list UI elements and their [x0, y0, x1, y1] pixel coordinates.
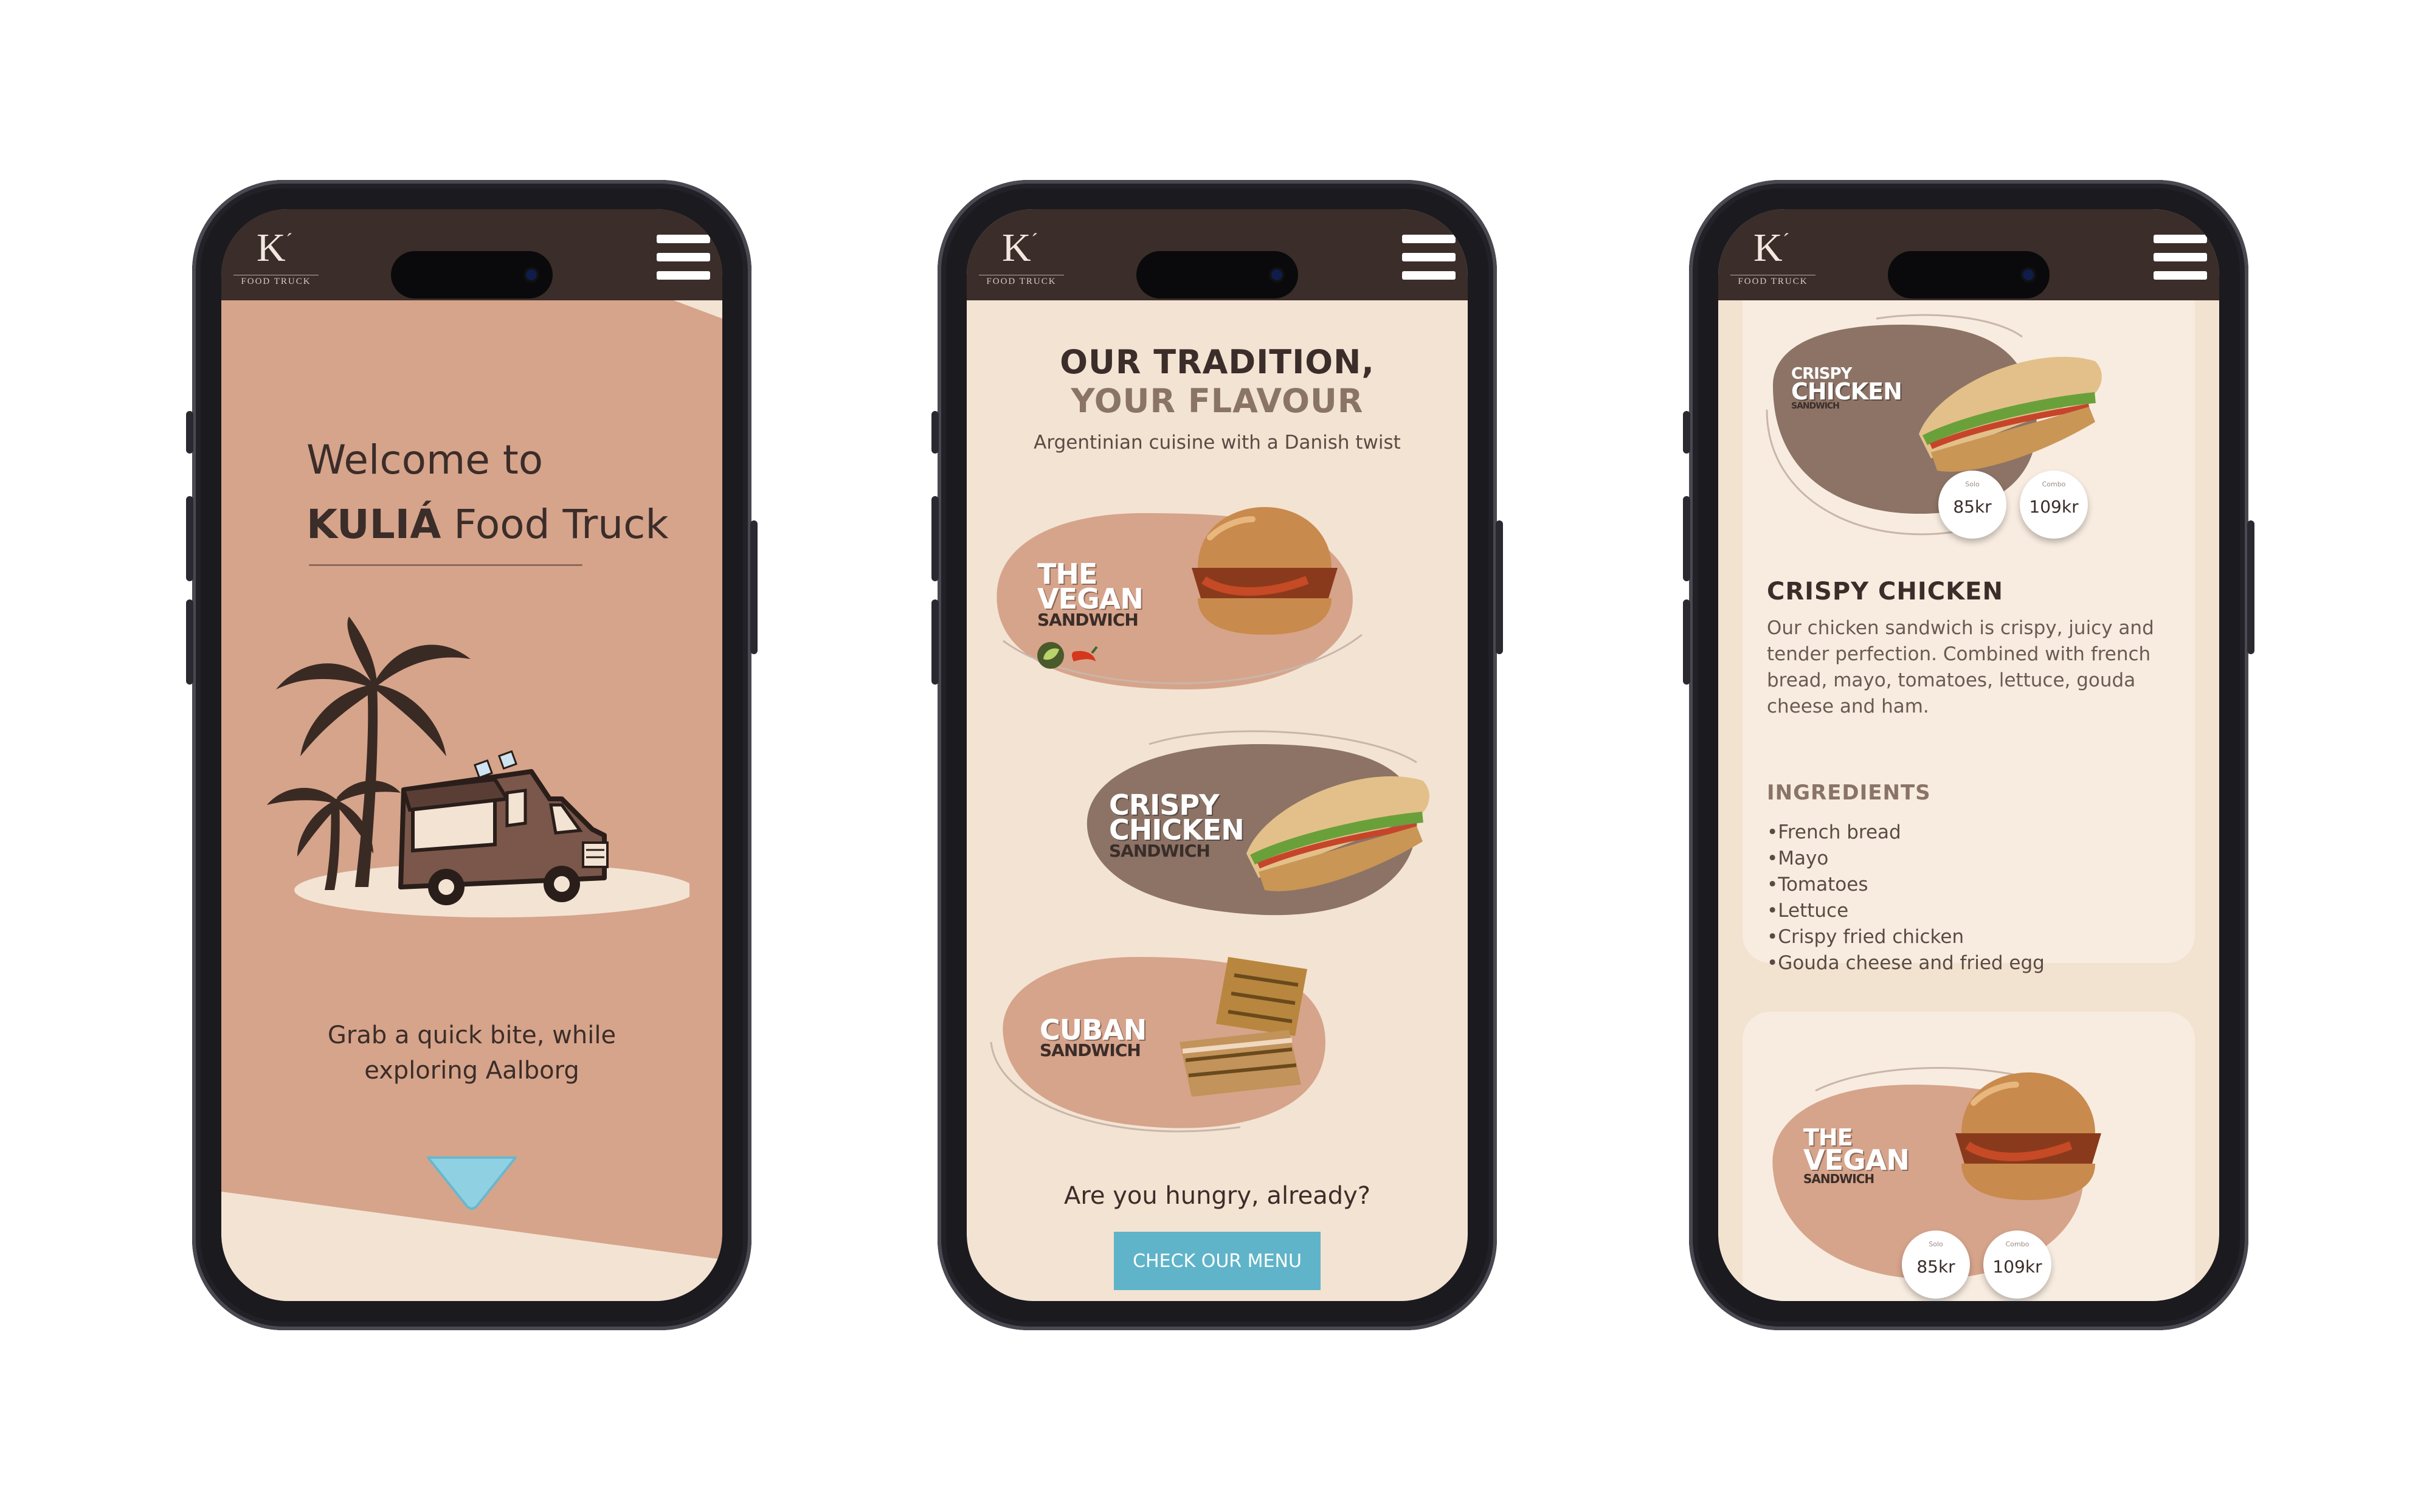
power-button: [750, 520, 758, 654]
heading-line-1: OUR TRADITION,: [1060, 343, 1375, 381]
volume-up-button: [186, 496, 193, 581]
logo-letter: K: [1002, 226, 1031, 270]
heading-underline: [309, 564, 582, 566]
dynamic-island: [1136, 251, 1298, 299]
silent-switch: [1683, 411, 1690, 454]
silent-switch: [186, 411, 193, 454]
menu-detail-screen: K ´ FOOD TRUCK CRISPY CHICKEN SANDWICH S…: [1718, 209, 2219, 1301]
chicken-card-label: CRISPY CHICKEN SANDWICH: [1109, 789, 1245, 861]
vegan-leaf-icon: [1037, 642, 1064, 669]
item-title: CRISPY CHICKEN: [1767, 578, 2003, 606]
tradition-subtitle: Argentinian cuisine with a Danish twist: [1034, 432, 1401, 454]
tagline-line-1: Grab a quick bite, while: [327, 1021, 617, 1049]
vegan-burger-image: [1192, 507, 1338, 635]
ingredient-item: Tomatoes: [1767, 872, 2045, 898]
chicken-sandwich-image: [1919, 356, 2102, 472]
tagline-line-2: exploring Aalborg: [364, 1057, 579, 1085]
ingredient-item: Gouda cheese and fried egg: [1767, 950, 2045, 976]
kulia-logo[interactable]: K ´ FOOD TRUCK: [979, 226, 1064, 293]
decorative-wedge: [674, 300, 722, 319]
cuban-sandwich-image: [1180, 957, 1307, 1097]
logo-letter: K: [257, 226, 286, 270]
heading-line-2: YOUR FLAVOUR: [1071, 382, 1364, 420]
hamburger-menu-icon[interactable]: [2154, 235, 2207, 280]
volume-up-button: [931, 496, 939, 581]
power-button: [2247, 520, 2254, 654]
cuban-card-label: CUBAN SANDWICH: [1040, 1013, 1147, 1061]
ingredients-title: INGREDIENTS: [1767, 781, 1931, 805]
logo-letter: K: [1753, 226, 1783, 270]
logo-subtitle: FOOD TRUCK: [233, 275, 319, 287]
logo-subtitle: FOOD TRUCK: [979, 275, 1064, 287]
vegan-card-label: THE VEGAN SANDWICH: [1037, 558, 1144, 630]
volume-down-button: [931, 599, 939, 685]
hamburger-menu-icon[interactable]: [657, 235, 710, 280]
silent-switch: [931, 411, 939, 454]
ingredients-list: French bread Mayo Tomatoes Lettuce Crisp…: [1767, 820, 2045, 976]
phone-mockup-home: K ´ FOOD TRUCK Welcome to KULIÁ Food Tru…: [186, 180, 758, 1330]
kulia-logo[interactable]: K ´ FOOD TRUCK: [233, 226, 319, 293]
welcome-rest: Food Truck: [441, 501, 669, 548]
kulia-logo[interactable]: K ´ FOOD TRUCK: [1730, 226, 1815, 293]
hamburger-menu-icon[interactable]: [1402, 235, 1456, 280]
tradition-heading: OUR TRADITION, YOUR FLAVOUR: [967, 343, 1468, 421]
volume-down-button: [1683, 599, 1690, 685]
item-description: Our chicken sandwich is crispy, juicy an…: [1767, 617, 2154, 717]
vegan-sandwich-card[interactable]: THE VEGAN SANDWICH: [985, 489, 1447, 708]
ingredient-item: Mayo: [1767, 846, 2045, 872]
power-button: [1496, 520, 1503, 654]
price-solo-badge: Solo 85kr: [1902, 1231, 1970, 1299]
tradition-screen: K ´ FOOD TRUCK OUR TRADITION, YOUR FLAVO…: [967, 209, 1468, 1301]
home-tagline: Grab a quick bite, while exploring Aalbo…: [221, 1018, 722, 1088]
volume-down-button: [186, 599, 193, 685]
welcome-heading: Welcome to KULIÁ Food Truck: [306, 428, 669, 557]
crispy-chicken-menu-card[interactable]: CRISPY CHICKEN SANDWICH Solo 85kr Combo …: [1755, 312, 2144, 556]
dynamic-island: [1888, 251, 2050, 299]
check-menu-button[interactable]: CHECK OUR MENU: [1114, 1232, 1321, 1290]
price-combo-badge: Combo 109kr: [1983, 1231, 2051, 1299]
ingredient-item: Crispy fried chicken: [1767, 924, 2045, 950]
logo-subtitle: FOOD TRUCK: [1730, 275, 1815, 287]
logo-accent: ´: [1783, 230, 1790, 252]
cuban-sandwich-card[interactable]: CUBAN SANDWICH: [985, 945, 1362, 1145]
vegan-burger-image: [1955, 1072, 2101, 1200]
price-combo-badge: Combo 109kr: [2020, 471, 2088, 539]
vegan-menu-card[interactable]: THE VEGAN SANDWICH Solo 85kr Combo 109kr: [1755, 1060, 2144, 1299]
welcome-line-1: Welcome to: [306, 437, 544, 483]
volume-up-button: [1683, 496, 1690, 581]
food-truck-icon: [398, 750, 609, 905]
price-solo-badge: Solo 85kr: [1938, 471, 2006, 539]
chili-icon: [1072, 646, 1098, 661]
ingredient-item: French bread: [1767, 820, 2045, 846]
logo-accent: ´: [1031, 230, 1038, 252]
hungry-prompt: Are you hungry, already?: [1063, 1182, 1371, 1210]
dynamic-island: [391, 251, 553, 299]
welcome-brand: KULIÁ: [306, 501, 441, 548]
home-screen: K ´ FOOD TRUCK Welcome to KULIÁ Food Tru…: [221, 209, 722, 1301]
phone-mockup-menu-preview: K ´ FOOD TRUCK OUR TRADITION, YOUR FLAVO…: [931, 180, 1503, 1330]
chicken-sandwich-image: [1246, 776, 1429, 891]
phone-mockup-menu-detail: K ´ FOOD TRUCK CRISPY CHICKEN SANDWICH S…: [1683, 180, 2254, 1330]
food-truck-illustration: [267, 616, 689, 917]
diet-icons: [1037, 642, 1098, 669]
ingredient-item: Lettuce: [1767, 898, 2045, 924]
vegan-card-label: THE VEGAN SANDWICH: [1803, 1124, 1910, 1186]
logo-accent: ´: [286, 230, 293, 252]
crispy-chicken-sandwich-card[interactable]: CRISPY CHICKEN SANDWICH: [1076, 726, 1468, 933]
chicken-card-label: CRISPY CHICKEN SANDWICH: [1791, 365, 1902, 411]
down-arrow-icon[interactable]: [424, 1153, 519, 1211]
